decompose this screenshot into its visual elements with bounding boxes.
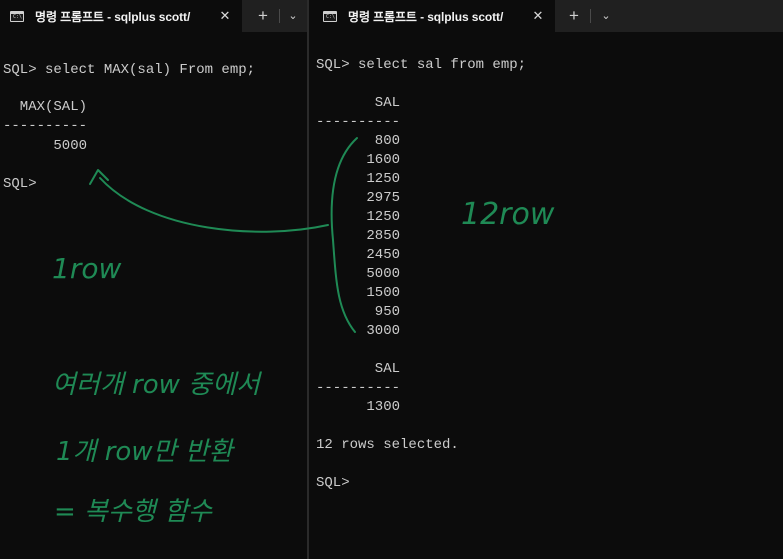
result-row: 2450 [316, 247, 401, 263]
plus-icon[interactable]: + [565, 7, 583, 25]
result-row: 1300 [316, 399, 401, 415]
tab-divider [279, 9, 280, 23]
left-separator: ---------- [3, 118, 88, 134]
result-row: 950 [316, 304, 401, 320]
result-row: 5000 [316, 266, 401, 282]
right-tab-title: 명령 프롬프트 - sqlplus scott/ [348, 9, 504, 24]
tab-divider [590, 9, 591, 23]
left-terminal-tab[interactable]: C:\ 명령 프롬프트 - sqlplus scott/ ✕ [0, 0, 242, 32]
result-row: 1500 [316, 285, 401, 301]
rows-selected-summary: 12 rows selected. [316, 437, 459, 453]
right-terminal-tab[interactable]: C:\ 명령 프롬프트 - sqlplus scott/ ✕ [309, 0, 555, 32]
right-separator-2: ---------- [316, 380, 401, 396]
right-terminal-pane[interactable]: C:\ 명령 프롬프트 - sqlplus scott/ ✕ + ⌄ SQL> … [309, 0, 783, 559]
right-separator: ---------- [316, 114, 401, 130]
cmd-icon: C:\ [323, 10, 337, 22]
left-prompt: SQL> [3, 176, 37, 192]
right-query-line: SQL> select sal from emp; [316, 57, 527, 73]
close-icon[interactable]: ✕ [531, 9, 545, 23]
right-tab-bar: C:\ 명령 프롬프트 - sqlplus scott/ ✕ + ⌄ [309, 0, 783, 32]
left-handwriting-layer: 1row 여러개 row 중에서 1개 row만 반환 = 복수행 함수 [52, 252, 263, 527]
chevron-down-icon[interactable]: ⌄ [597, 7, 615, 25]
left-result-value: 5000 [3, 138, 88, 154]
annotation-12row: 12row [461, 197, 555, 232]
right-column-header: SAL [316, 95, 401, 111]
left-tab-title: 명령 프롬프트 - sqlplus scott/ [35, 9, 191, 24]
left-terminal-pane[interactable]: C:\ 명령 프롬프트 - sqlplus scott/ ✕ + ⌄ SQL> … [0, 0, 307, 559]
result-row: 2850 [316, 228, 401, 244]
left-query-line: SQL> select MAX(sal) From emp; [3, 62, 256, 78]
result-row: 1600 [316, 152, 401, 168]
plus-icon[interactable]: + [254, 7, 272, 25]
right-prompt: SQL> [316, 475, 350, 491]
chevron-down-icon[interactable]: ⌄ [284, 7, 302, 25]
cmd-icon: C:\ [10, 10, 24, 22]
annotation-note-line2: 1개 row만 반환 [56, 437, 236, 467]
annotation-note-line3: = 복수행 함수 [54, 497, 213, 527]
result-row: 3000 [316, 323, 401, 339]
result-row: 1250 [316, 209, 401, 225]
left-tab-bar: C:\ 명령 프롬프트 - sqlplus scott/ ✕ + ⌄ [0, 0, 307, 32]
result-row: 1250 [316, 171, 401, 187]
result-row: 2975 [316, 190, 401, 206]
annotation-1row: 1row [52, 252, 121, 285]
annotation-note-line1: 여러개 row 중에서 [52, 370, 263, 400]
right-column-header-2: SAL [316, 361, 401, 377]
close-icon[interactable]: ✕ [218, 9, 232, 23]
left-column-header: MAX(SAL) [3, 99, 88, 115]
result-row: 800 [316, 133, 401, 149]
